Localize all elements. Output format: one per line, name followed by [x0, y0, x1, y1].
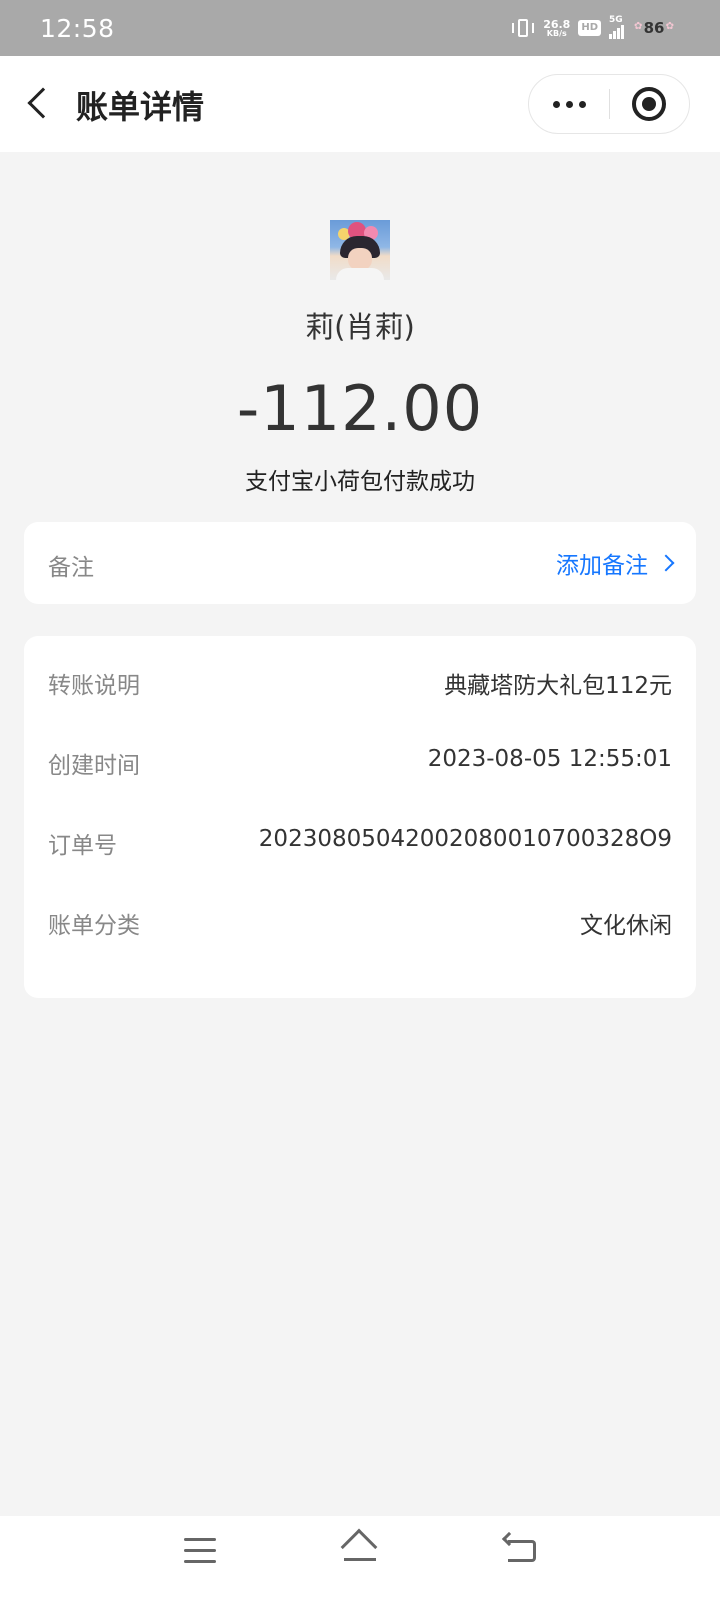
- payment-status: 支付宝小荷包付款成功: [245, 469, 475, 495]
- remark-card: 备注 添加备注: [24, 522, 696, 604]
- add-remark-button[interactable]: 添加备注: [556, 546, 675, 580]
- chevron-left-icon: [27, 87, 59, 119]
- page-title: 账单详情: [76, 88, 205, 126]
- add-remark-label: 添加备注: [556, 553, 648, 579]
- detail-label: 创建时间: [48, 753, 140, 779]
- nav-bar: 账单详情: [0, 56, 720, 152]
- detail-row-order-number: 订单号 20230805042002080010700328O9: [48, 826, 672, 866]
- home-icon[interactable]: [340, 1528, 380, 1566]
- detail-value: 典藏塔防大礼包112元: [444, 673, 672, 699]
- detail-label: 账单分类: [48, 913, 140, 939]
- avatar: [330, 220, 390, 280]
- amount: -112.00: [236, 372, 484, 445]
- battery-level: 86: [643, 19, 665, 37]
- close-button[interactable]: [610, 75, 690, 133]
- detail-row-category: 账单分类 文化休闲: [48, 906, 672, 946]
- detail-label: 订单号: [48, 833, 117, 859]
- detail-value: 文化休闲: [580, 913, 672, 939]
- detail-row-created-time: 创建时间 2023-08-05 12:55:01: [48, 746, 672, 786]
- detail-value[interactable]: 20230805042002080010700328O9: [259, 826, 672, 852]
- hd-icon: HD: [578, 20, 601, 36]
- detail-card: 转账说明 典藏塔防大礼包112元 创建时间 2023-08-05 12:55:0…: [24, 636, 696, 998]
- network-type: 5G: [609, 15, 623, 25]
- mini-program-capsule: [528, 74, 690, 134]
- more-dots-icon: [552, 100, 560, 108]
- detail-label: 转账说明: [48, 673, 140, 699]
- payee-name: 莉(肖莉): [305, 310, 415, 344]
- signal-icon: 5G: [609, 15, 624, 39]
- status-icons: 26.8 KB/s HD 5G ✿ 86 ✿: [511, 15, 676, 40]
- status-time: 12:58: [40, 14, 115, 43]
- network-speed-unit: KB/s: [546, 28, 567, 38]
- remark-label: 备注: [48, 555, 94, 581]
- network-speed: 26.8 KB/s: [543, 19, 570, 38]
- battery-icon: ✿ 86 ✿: [634, 19, 674, 37]
- back-arrow-icon[interactable]: [501, 1531, 538, 1566]
- detail-value: 2023-08-05 12:55:01: [427, 746, 672, 772]
- network-speed-value: 26.8: [543, 17, 571, 31]
- system-nav-bar: [0, 1516, 720, 1600]
- chevron-right-icon: [657, 554, 675, 572]
- back-button[interactable]: [22, 82, 59, 126]
- status-bar: 12:58 26.8 KB/s HD 5G ✿ 86 ✿: [0, 0, 720, 56]
- detail-row-description: 转账说明 典藏塔防大礼包112元: [48, 666, 672, 706]
- more-button[interactable]: [529, 75, 609, 133]
- vibrate-icon: [511, 17, 535, 39]
- menu-icon[interactable]: [184, 1538, 216, 1564]
